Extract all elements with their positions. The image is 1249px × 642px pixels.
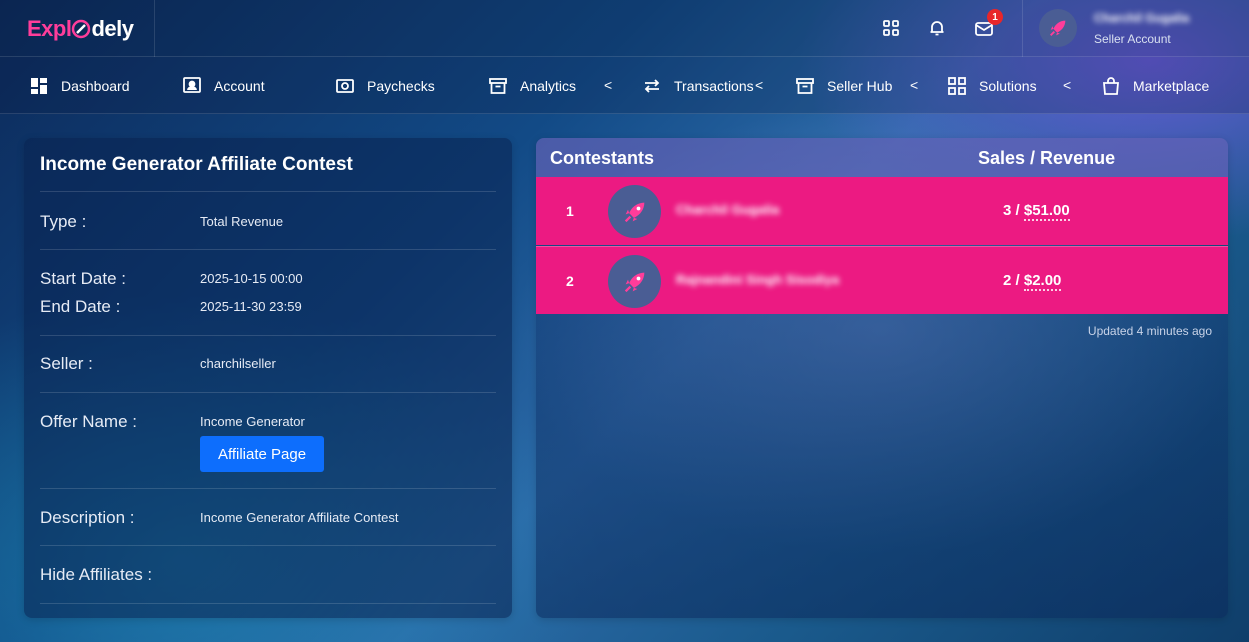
contest-details-card: Income Generator Affiliate Contest Type …: [24, 138, 512, 618]
nav-label: Analytics: [520, 77, 577, 94]
seller-hub-icon: [796, 77, 814, 94]
logo[interactable]: Expl dely: [0, 0, 155, 57]
user-role: Seller Account: [1094, 32, 1171, 46]
user-name: Charchil Gugalia: [1094, 11, 1190, 25]
nav-label: Transactions: [674, 77, 754, 94]
nav-item-analytics[interactable]: Analytics: [488, 57, 576, 114]
bell-icon[interactable]: [926, 17, 948, 39]
leaderboard-row: 1 Charchil Gugalia 3 / $51.00: [536, 177, 1228, 245]
rank: 1: [566, 203, 574, 219]
leaderboard-header: Contestants Sales / Revenue: [536, 138, 1228, 177]
sales-count: 2: [1003, 272, 1012, 289]
contest-title: Income Generator Affiliate Contest: [40, 154, 353, 175]
nav-label: Marketplace: [1133, 77, 1210, 94]
rank: 2: [566, 273, 574, 289]
logo-rocket-icon: [72, 19, 91, 38]
type-value: Total Revenue: [200, 214, 284, 229]
nav-item-dashboard[interactable]: Dashboard: [29, 57, 130, 114]
start-date-value: 2025-10-15 00:00: [200, 271, 303, 286]
chevron-left-icon[interactable]: <: [1063, 77, 1071, 93]
updated-timestamp: Updated 4 minutes ago: [1087, 324, 1212, 338]
avatar: [1039, 9, 1077, 47]
chevron-left-icon[interactable]: <: [755, 77, 763, 93]
nav-item-solutions[interactable]: Solutions: [947, 57, 1037, 114]
revenue-amount[interactable]: $51.00: [1023, 202, 1070, 221]
sales-revenue-value: 3 / $51.00: [1003, 202, 1070, 221]
user-menu[interactable]: Charchil Gugalia Seller Account: [1022, 0, 1249, 57]
sales-count: 3: [1003, 202, 1012, 219]
nav-label: Account: [214, 77, 265, 94]
analytics-icon: [489, 77, 507, 94]
leaderboard-row: 2 Rajnandini Singh Sisodiya 2 / $2.00: [536, 246, 1228, 314]
avatar: [608, 185, 661, 238]
nav-item-seller-hub[interactable]: Seller Hub: [795, 57, 892, 114]
end-date-value: 2025-11-30 23:59: [200, 299, 302, 314]
mail-icon[interactable]: 1: [973, 9, 1003, 39]
divider: [40, 603, 496, 604]
rocket-icon: [624, 202, 644, 222]
offer-name-label: Offer Name :: [40, 412, 137, 431]
divider: [40, 191, 496, 192]
apps-grid-icon[interactable]: [880, 17, 902, 39]
marketplace-icon: [1103, 76, 1119, 95]
solutions-icon: [948, 76, 966, 95]
description-value: Income Generator Affiliate Contest: [200, 510, 399, 525]
rocket-icon: [1050, 20, 1066, 36]
seller-value: charchilseller: [200, 356, 276, 371]
divider: [40, 545, 496, 546]
nav-label: Dashboard: [61, 77, 130, 94]
main-nav: Dashboard Account Paychecks Analytics < …: [0, 57, 1249, 114]
chevron-left-icon[interactable]: <: [604, 77, 612, 93]
nav-item-account[interactable]: Account: [182, 57, 265, 114]
chevron-left-icon[interactable]: <: [910, 77, 918, 93]
logo-part-2: dely: [91, 15, 134, 41]
nav-label: Paychecks: [367, 77, 435, 94]
end-date-label: End Date :: [40, 297, 121, 316]
avatar: [608, 255, 661, 308]
contestant-name: Rajnandini Singh Sisodiya: [676, 272, 840, 287]
hide-affiliates-label: Hide Affiliates :: [40, 565, 153, 584]
seller-label: Seller :: [40, 354, 93, 373]
nav-item-marketplace[interactable]: Marketplace: [1101, 57, 1209, 114]
nav-label: Seller Hub: [827, 77, 893, 94]
sales-revenue-value: 2 / $2.00: [1003, 272, 1062, 291]
description-label: Description :: [40, 508, 135, 527]
top-bar: Expl dely 1 Charchil Gugalia Seller Accou…: [0, 0, 1249, 57]
dashboard-icon: [31, 77, 47, 94]
type-label: Type :: [40, 212, 87, 231]
divider: [40, 392, 496, 393]
paychecks-icon: [336, 78, 354, 93]
contestant-name: Charchil Gugalia: [676, 202, 780, 217]
nav-label: Solutions: [979, 77, 1037, 94]
mail-badge: 1: [987, 9, 1003, 25]
rocket-icon: [624, 272, 644, 292]
logo-text: Expl dely: [27, 16, 134, 42]
divider: [40, 488, 496, 489]
contestants-heading: Contestants: [550, 148, 655, 168]
sales-revenue-heading: Sales / Revenue: [978, 148, 1116, 168]
nav-item-transactions[interactable]: Transactions: [642, 57, 754, 114]
start-date-label: Start Date :: [40, 269, 126, 288]
transactions-icon: [644, 78, 660, 93]
nav-item-paychecks[interactable]: Paychecks: [335, 57, 435, 114]
leaderboard-card: Contestants Sales / Revenue 1 Charchil G…: [536, 138, 1228, 618]
revenue-amount[interactable]: $2.00: [1023, 272, 1062, 291]
account-icon: [183, 76, 201, 93]
logo-part-1: Expl: [27, 15, 72, 41]
divider: [40, 335, 496, 336]
offer-name-value: Income Generator: [200, 414, 305, 429]
divider: [40, 249, 496, 250]
affiliate-page-button[interactable]: Affiliate Page: [200, 436, 324, 472]
